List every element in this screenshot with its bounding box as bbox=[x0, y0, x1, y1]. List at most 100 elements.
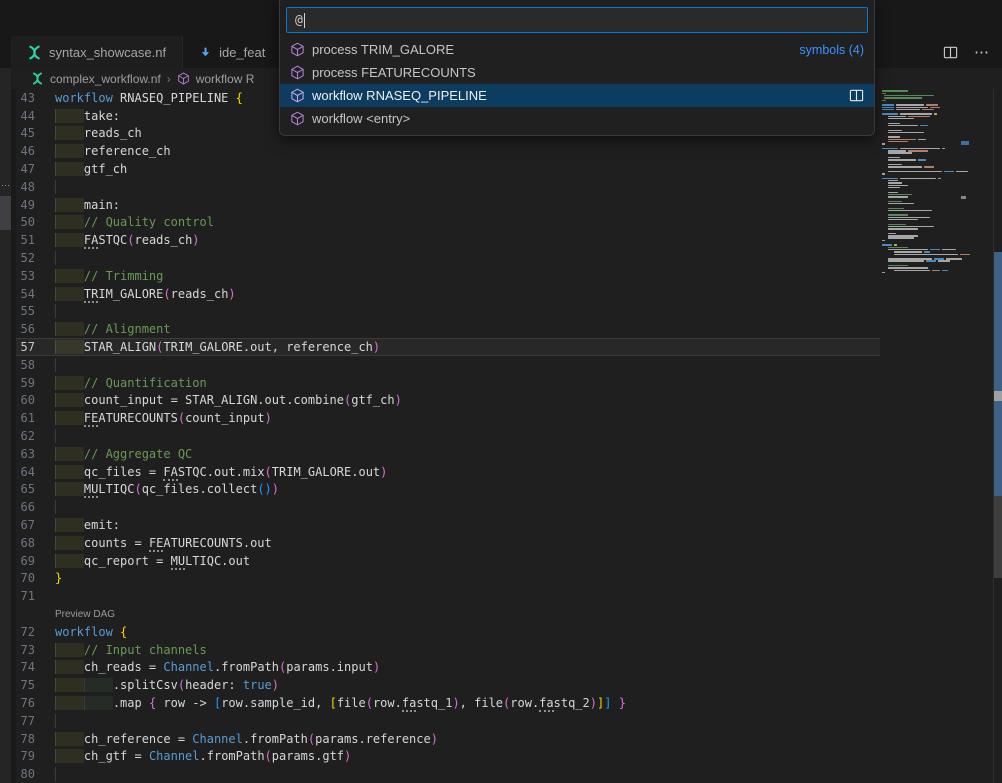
code-line[interactable]: 59 // Quantification bbox=[16, 374, 993, 392]
line-number: 80 bbox=[16, 767, 55, 781]
symbol-cube-icon bbox=[290, 65, 305, 80]
quick-pick-query: @ bbox=[295, 13, 303, 28]
line-number: 47 bbox=[16, 162, 55, 176]
line-number: 78 bbox=[16, 732, 55, 746]
code-line[interactable]: 64 qc_files = FASTQC.out.mix(TRIM_GALORE… bbox=[16, 463, 993, 481]
quick-pick-item-workflow-entry[interactable]: workflow <entry> bbox=[280, 107, 874, 130]
quick-pick-item-trim-galore[interactable]: process TRIM_GALORE symbols (4) bbox=[280, 38, 874, 61]
quick-pick-item-rnaseq-pipeline[interactable]: workflow RNASEQ_PIPELINE bbox=[280, 84, 874, 107]
line-number: 59 bbox=[16, 376, 55, 390]
code-line[interactable]: 53 // Trimming bbox=[16, 267, 993, 285]
tab-label: syntax_showcase.nf bbox=[49, 45, 166, 60]
left-rail: ⋯ bbox=[0, 68, 11, 783]
line-number: 53 bbox=[16, 269, 55, 283]
minimap-decoration bbox=[961, 196, 966, 199]
code-line[interactable]: 63 // Aggregate QC bbox=[16, 445, 993, 463]
code-lines: 43workflow RNASEQ_PIPELINE {44 take:45 r… bbox=[16, 89, 993, 783]
line-number: 67 bbox=[16, 518, 55, 532]
code-line[interactable]: 68 counts = FEATURECOUNTS.out bbox=[16, 534, 993, 552]
code-line[interactable]: 61 FEATURECOUNTS(count_input) bbox=[16, 409, 993, 427]
breadcrumb-file[interactable]: complex_workflow.nf bbox=[50, 72, 161, 86]
more-actions-icon[interactable]: ⋯ bbox=[974, 43, 990, 61]
code-line[interactable]: 78 ch_reference = Channel.fromPath(param… bbox=[16, 730, 993, 748]
overview-range-highlight bbox=[994, 401, 1002, 496]
code-line[interactable]: 77 bbox=[16, 712, 993, 730]
line-number: 48 bbox=[16, 180, 55, 194]
split-editor-icon[interactable] bbox=[943, 45, 958, 60]
line-number: 46 bbox=[16, 144, 55, 158]
code-line[interactable]: 56 // Alignment bbox=[16, 320, 993, 338]
nextflow-icon bbox=[27, 45, 42, 60]
code-line[interactable]: 49 main: bbox=[16, 196, 993, 214]
nextflow-icon bbox=[31, 72, 44, 85]
quick-pick-input[interactable]: @ bbox=[286, 7, 868, 33]
item-label: process FEATURECOUNTS bbox=[312, 65, 476, 80]
overview-cursor-marker bbox=[994, 391, 1002, 401]
minimap-decoration bbox=[961, 141, 969, 145]
code-line[interactable]: 69 qc_report = MULTIQC.out bbox=[16, 552, 993, 570]
code-line[interactable]: 57 STAR_ALIGN(TRIM_GALORE.out, reference… bbox=[16, 338, 993, 356]
code-line[interactable]: 73 // Input channels bbox=[16, 641, 993, 659]
scrollbar-thumb[interactable] bbox=[994, 496, 1002, 578]
code-line[interactable]: 50 // Quality control bbox=[16, 214, 993, 232]
minimap-content bbox=[882, 90, 993, 274]
code-line[interactable]: 74 ch_reads = Channel.fromPath(params.in… bbox=[16, 659, 993, 677]
line-number: 60 bbox=[16, 393, 55, 407]
minimap-line bbox=[882, 271, 993, 273]
line-number: 54 bbox=[16, 287, 55, 301]
code-line[interactable]: 67 emit: bbox=[16, 516, 993, 534]
line-number: 64 bbox=[16, 465, 55, 479]
line-number: 44 bbox=[16, 109, 55, 123]
line-number: 74 bbox=[16, 660, 55, 674]
scrollbar[interactable] bbox=[993, 88, 1002, 783]
breadcrumb-separator: › bbox=[167, 72, 171, 86]
code-line[interactable]: 54 TRIM_GALORE(reads_ch) bbox=[16, 285, 993, 303]
code-line[interactable]: 58 bbox=[16, 356, 993, 374]
item-label: workflow <entry> bbox=[312, 111, 410, 126]
line-number: 52 bbox=[16, 251, 55, 265]
code-line[interactable]: 80 bbox=[16, 765, 993, 783]
breadcrumb-symbol[interactable]: workflow R bbox=[196, 72, 255, 86]
line-number: 72 bbox=[16, 625, 55, 639]
code-line[interactable]: 48 bbox=[16, 178, 993, 196]
line-number: 55 bbox=[16, 304, 55, 318]
line-number: 66 bbox=[16, 500, 55, 514]
code-line[interactable]: 65 MULTIQC(qc_files.collect()) bbox=[16, 481, 993, 499]
line-number: 43 bbox=[16, 91, 55, 105]
editor-actions: ⋯ bbox=[943, 36, 990, 68]
line-number: 75 bbox=[16, 678, 55, 692]
overview-range-highlight bbox=[994, 252, 1002, 391]
code-line[interactable]: 72workflow { bbox=[16, 623, 993, 641]
line-number: 56 bbox=[16, 322, 55, 336]
line-number: 79 bbox=[16, 749, 55, 763]
code-line[interactable]: 46 reference_ch bbox=[16, 142, 993, 160]
rail-overflow-icon[interactable]: ⋯ bbox=[1, 180, 9, 191]
code-line[interactable]: 55 bbox=[16, 303, 993, 321]
code-line[interactable]: 62 bbox=[16, 427, 993, 445]
line-number: 63 bbox=[16, 447, 55, 461]
code-line[interactable]: 47 gtf_ch bbox=[16, 160, 993, 178]
quick-pick-item-featurecounts[interactable]: process FEATURECOUNTS bbox=[280, 61, 874, 84]
vscode-window: syntax_showcase.nf ide_feat ⋯ bbox=[0, 0, 1002, 783]
line-number: 61 bbox=[16, 411, 55, 425]
code-line[interactable]: 66 bbox=[16, 498, 993, 516]
code-line[interactable]: 60 count_input = STAR_ALIGN.out.combine(… bbox=[16, 392, 993, 410]
tab-syntax-showcase[interactable]: syntax_showcase.nf bbox=[11, 36, 183, 68]
code-line[interactable]: 51 FASTQC(reads_ch) bbox=[16, 231, 993, 249]
codelens-preview-dag[interactable]: Preview DAG bbox=[55, 609, 115, 620]
line-number: 58 bbox=[16, 358, 55, 372]
rail-handle[interactable] bbox=[0, 196, 11, 230]
symbol-cube-icon bbox=[290, 88, 305, 103]
line-number: 69 bbox=[16, 554, 55, 568]
code-line[interactable]: 70} bbox=[16, 570, 993, 588]
codelens-row: Preview DAG bbox=[16, 605, 993, 623]
code-line[interactable]: 75 .splitCsv(header: true) bbox=[16, 676, 993, 694]
code-line[interactable]: 52 bbox=[16, 249, 993, 267]
code-line[interactable]: 76 .map { row -> [row.sample_id, [file(r… bbox=[16, 694, 993, 712]
line-number: 50 bbox=[16, 215, 55, 229]
code-line[interactable]: 71 bbox=[16, 587, 993, 605]
text-cursor bbox=[304, 13, 305, 28]
open-to-side-icon[interactable] bbox=[849, 88, 864, 103]
code-line[interactable]: 79 ch_gtf = Channel.fromPath(params.gtf) bbox=[16, 747, 993, 765]
minimap[interactable] bbox=[880, 88, 993, 783]
